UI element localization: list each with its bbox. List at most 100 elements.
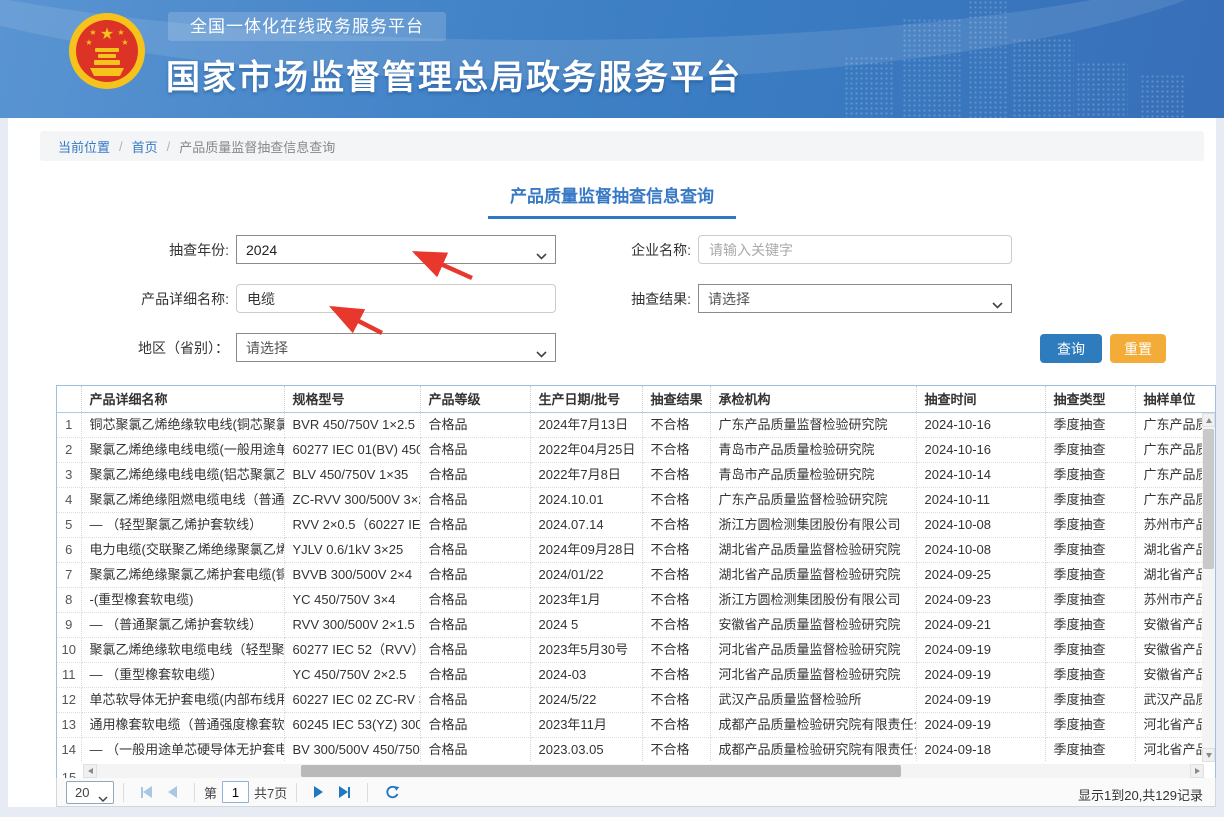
column-header[interactable]: 抽查时间 [916, 386, 1045, 412]
chevron-down-icon [98, 790, 108, 805]
data-cell: 季度抽查 [1045, 662, 1135, 687]
national-emblem-logo: ★ ★ ★ ★ ★ [68, 12, 146, 90]
product-name-input[interactable] [236, 284, 556, 313]
prev-page-icon[interactable] [168, 786, 177, 798]
column-header[interactable]: 产品详细名称 [81, 386, 284, 412]
first-page-icon[interactable] [141, 786, 152, 798]
data-cell: 2024-10-16 [916, 412, 1045, 437]
result-select[interactable]: 请选择 [698, 284, 1012, 313]
year-select[interactable]: 2024 [236, 235, 556, 264]
main-content: 当前位置 / 首页 / 产品质量监督抽查信息查询 产品质量监督抽查信息查询 抽查… [8, 118, 1216, 807]
column-header[interactable]: 抽样单位 [1135, 386, 1216, 412]
tab-product-quality-query[interactable]: 产品质量监督抽查信息查询 [488, 176, 736, 219]
data-cell: 2024-03 [530, 662, 642, 687]
data-cell: 湖北省产品质量监督检验研究院 [710, 562, 916, 587]
data-cell: 2024-09-23 [916, 587, 1045, 612]
breadcrumb-separator: / [167, 139, 171, 154]
next-page-icon[interactable] [314, 786, 323, 798]
last-page-icon[interactable] [339, 786, 350, 798]
table-row[interactable]: 7聚氯乙烯绝缘聚氯乙烯护套电缆(铜芯BVVB 300/500V 2×4合格品20… [57, 562, 1216, 587]
data-cell: 不合格 [642, 662, 710, 687]
breadcrumb-home-link[interactable]: 首页 [132, 137, 158, 156]
table-row[interactable]: 11— （重型橡套软电缆）YC 450/750V 2×2.5合格品2024-03… [57, 662, 1216, 687]
data-cell: 浙江方圆检测集团股份有限公司 [710, 587, 916, 612]
table-row[interactable]: 6电力电缆(交联聚乙烯绝缘聚氯乙烯护YJLV 0.6/1kV 3×25合格品20… [57, 537, 1216, 562]
data-cell: 聚氯乙烯绝缘电线电缆(一般用途单芯 [81, 437, 284, 462]
product-name-label: 产品详细名称: [8, 289, 236, 309]
column-header[interactable]: 产品等级 [420, 386, 530, 412]
data-cell: 不合格 [642, 637, 710, 662]
page-size-select[interactable]: 20 [66, 781, 114, 804]
data-cell: 2024-09-19 [916, 637, 1045, 662]
column-header[interactable]: 规格型号 [284, 386, 420, 412]
breadcrumb-location-link[interactable]: 当前位置 [58, 137, 110, 156]
data-cell: 合格品 [420, 637, 530, 662]
table-row[interactable]: 5— （轻型聚氯乙烯护套软线）RVV 2×0.5（60227 IEC合格品202… [57, 512, 1216, 537]
data-cell: — （普通聚氯乙烯护套软线） [81, 612, 284, 637]
data-cell: 河北省产品质量监督检验研究院 [710, 637, 916, 662]
table-row[interactable]: 4聚氯乙烯绝缘阻燃电缆电线（普通聚氯ZC-RVV 300/500V 3×2合格品… [57, 487, 1216, 512]
data-cell: 不合格 [642, 412, 710, 437]
reset-button[interactable]: 重置 [1110, 334, 1166, 363]
data-cell: 60245 IEC 53(YZ) 300/5 [284, 712, 420, 737]
table-row[interactable]: 9— （普通聚氯乙烯护套软线）RVV 300/500V 2×1.5（合格品202… [57, 612, 1216, 637]
chevron-down-icon [992, 296, 1003, 312]
grid-bottom-strip: 15 [57, 762, 1216, 779]
row-number-cell: 9 [57, 612, 81, 637]
query-button[interactable]: 查询 [1040, 334, 1102, 363]
table-row[interactable]: 10聚氯乙烯绝缘软电缆电线（轻型聚氯乙60277 IEC 52（RVV） 3合格… [57, 637, 1216, 662]
row-number-cell: 5 [57, 512, 81, 537]
table-row[interactable]: 2聚氯乙烯绝缘电线电缆(一般用途单芯60277 IEC 01(BV) 450/合… [57, 437, 1216, 462]
data-cell: 2024/5/22 [530, 687, 642, 712]
scroll-up-icon[interactable] [1202, 413, 1215, 427]
scroll-down-icon[interactable] [1202, 748, 1215, 762]
vertical-scrollbar[interactable] [1202, 413, 1215, 762]
data-cell: 不合格 [642, 687, 710, 712]
data-cell: 不合格 [642, 562, 710, 587]
data-cell: 不合格 [642, 537, 710, 562]
year-select-value: 2024 [246, 242, 277, 258]
column-header[interactable]: 抽查结果 [642, 386, 710, 412]
horizontal-scrollbar[interactable] [83, 764, 1204, 778]
row-number-cell: 4 [57, 487, 81, 512]
region-select[interactable]: 请选择 [236, 333, 556, 362]
table-row[interactable]: 8-(重型橡套软电缆)YC 450/750V 3×4合格品2023年1月不合格浙… [57, 587, 1216, 612]
data-cell: 聚氯乙烯绝缘阻燃电缆电线（普通聚氯 [81, 487, 284, 512]
data-cell: 安徽省产品质量监督检验研究院 [710, 612, 916, 637]
table-row[interactable]: 1铜芯聚氯乙烯绝缘软电线(铜芯聚氯乙BVR 450/750V 1×2.5合格品2… [57, 412, 1216, 437]
company-input[interactable] [698, 235, 1012, 264]
data-cell: 60277 IEC 01(BV) 450/ [284, 437, 420, 462]
data-cell: 季度抽查 [1045, 537, 1135, 562]
column-header[interactable]: 生产日期/批号 [530, 386, 642, 412]
row-number-cell: 14 [57, 737, 81, 762]
data-cell: 合格品 [420, 662, 530, 687]
data-cell: 合格品 [420, 412, 530, 437]
row-number-cell: 13 [57, 712, 81, 737]
horizontal-scroll-thumb[interactable] [301, 765, 901, 777]
table-row[interactable]: 3聚氯乙烯绝缘电线电缆(铝芯聚氯乙烯BLV 450/750V 1×35合格品20… [57, 462, 1216, 487]
scroll-right-icon[interactable] [1190, 764, 1204, 778]
refresh-icon[interactable] [385, 785, 400, 800]
table-row[interactable]: 14— （一般用途单芯硬导体无护套电缆)BV 300/500V 450/750V… [57, 737, 1216, 762]
column-header[interactable] [57, 386, 81, 412]
data-cell: ZC-RVV 300/500V 3×2 [284, 487, 420, 512]
data-cell: 60227 IEC 02 ZC-RV 30 [284, 687, 420, 712]
column-header[interactable]: 抽查类型 [1045, 386, 1135, 412]
row-number-cell: 10 [57, 637, 81, 662]
scroll-left-icon[interactable] [83, 764, 97, 778]
data-cell: 武汉产品质量监督检验所 [710, 687, 916, 712]
data-cell: 季度抽查 [1045, 587, 1135, 612]
data-cell: BVVB 300/500V 2×4 [284, 562, 420, 587]
page-number-input[interactable] [222, 781, 249, 803]
data-cell: BLV 450/750V 1×35 [284, 462, 420, 487]
column-header[interactable]: 承检机构 [710, 386, 916, 412]
table-row[interactable]: 12单芯软导体无护套电缆(内部布线用导60227 IEC 02 ZC-RV 30… [57, 687, 1216, 712]
row-number-cell: 3 [57, 462, 81, 487]
row-number-cell: 12 [57, 687, 81, 712]
row-number-cell: 7 [57, 562, 81, 587]
data-cell: 合格品 [420, 512, 530, 537]
data-cell: 合格品 [420, 487, 530, 512]
data-cell: 季度抽查 [1045, 712, 1135, 737]
vertical-scroll-thumb[interactable] [1203, 429, 1214, 569]
table-row[interactable]: 13通用橡套软电缆（普通强度橡套软线)60245 IEC 53(YZ) 300/… [57, 712, 1216, 737]
